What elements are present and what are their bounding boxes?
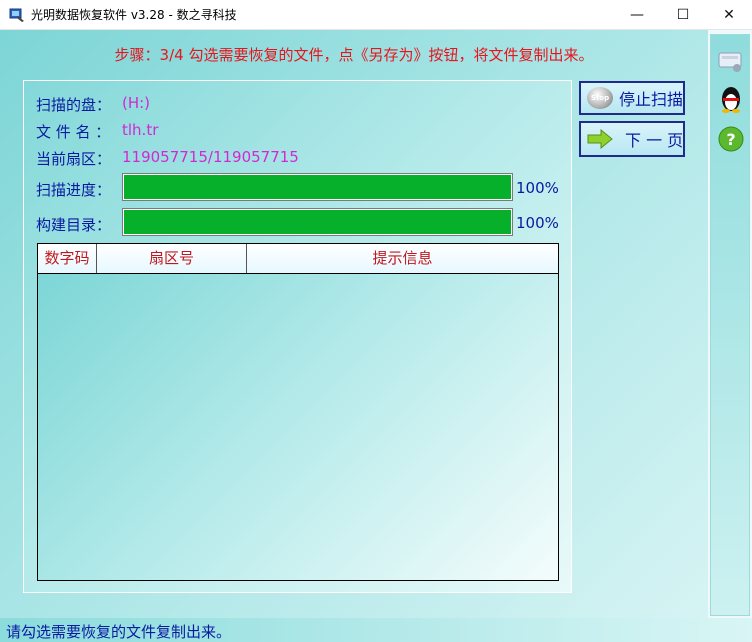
next-page-button[interactable]: 下 一 页 (579, 121, 685, 157)
sector-value: 119057715/119057715 (122, 148, 299, 166)
build-progress-bar (122, 208, 513, 236)
build-directory-label: 构建目录： (36, 216, 112, 234)
stop-scan-label: 停止扫描 (618, 90, 683, 109)
file-table[interactable]: 数字码 扇区号 提示信息 (37, 243, 559, 581)
stop-scan-button[interactable]: Stop 停止扫描 (579, 81, 685, 115)
drive-icon[interactable] (717, 47, 745, 75)
disk-value: (H:) (122, 94, 151, 112)
column-header-hint[interactable]: 提示信息 (247, 244, 558, 273)
disk-label: 扫描的盘： (36, 96, 112, 114)
next-page-label: 下 一 页 (625, 131, 684, 150)
arrow-right-icon (587, 128, 613, 150)
status-bar: 请勾选需要恢复的文件复制出来。 (0, 618, 752, 642)
file-name-value: tlh.tr (122, 121, 159, 139)
qq-penguin-icon[interactable] (717, 85, 745, 113)
stop-icon: Stop (587, 87, 613, 109)
right-sidebar-panel: ? (710, 34, 750, 616)
step-instruction: 步骤：3/4 勾选需要恢复的文件，点《另存为》按钮，将文件复制出来。 (114, 46, 594, 64)
right-sidebar: ? (708, 30, 752, 642)
sector-label: 当前扇区： (36, 150, 112, 168)
maximize-button[interactable]: ☐ (660, 0, 706, 30)
window-title: 光明数据恢复软件 v3.28 - 数之寻科技 (31, 8, 237, 22)
file-name-label: 文 件 名 ： (36, 123, 111, 141)
build-progress-fill (124, 210, 511, 234)
scan-progress-label: 扫描进度： (36, 181, 112, 199)
title-bar: 光明数据恢复软件 v3.28 - 数之寻科技 — ☐ ✕ (0, 0, 752, 30)
help-icon[interactable]: ? (717, 125, 745, 153)
scan-progress-bar (122, 173, 513, 201)
app-icon (9, 7, 25, 23)
table-header: 数字码 扇区号 提示信息 (38, 244, 558, 274)
minimize-button[interactable]: — (614, 0, 660, 30)
column-header-digit-code[interactable]: 数字码 (38, 244, 97, 273)
status-text: 请勾选需要恢复的文件复制出来。 (6, 623, 232, 641)
svg-text:?: ? (726, 130, 735, 149)
scan-progress-percent: 100% (516, 179, 559, 197)
close-button[interactable]: ✕ (706, 0, 752, 30)
table-body[interactable] (38, 274, 558, 580)
scan-progress-fill (124, 175, 511, 199)
column-header-sector[interactable]: 扇区号 (97, 244, 247, 273)
build-progress-percent: 100% (516, 214, 559, 232)
